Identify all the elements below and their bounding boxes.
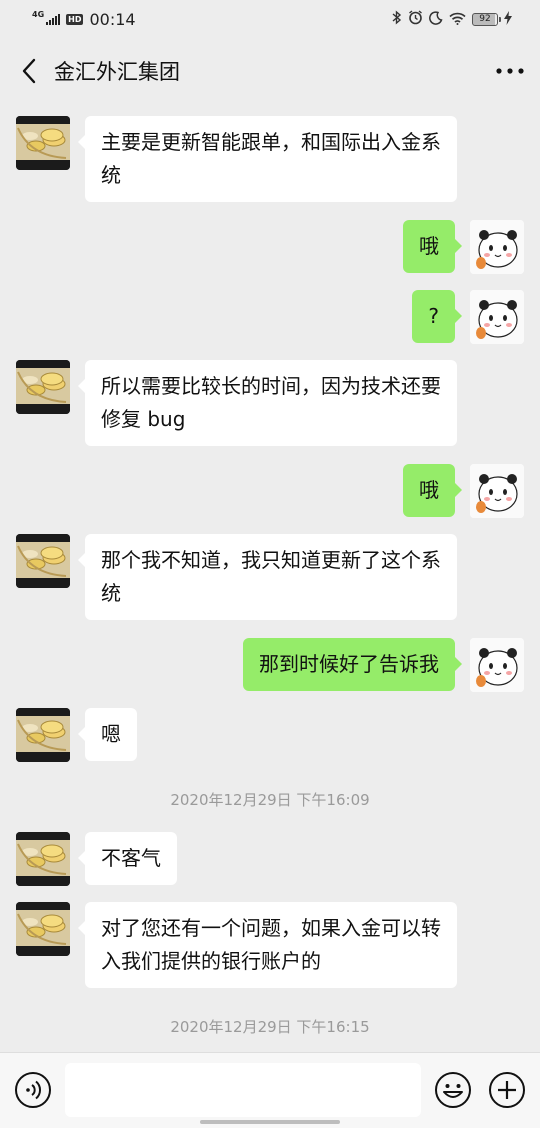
message-bubble[interactable]: 所以需要比较长的时间，因为技术还要修复 bug <box>78 360 457 446</box>
message-bubble[interactable]: 不客气 <box>78 832 177 885</box>
panda-avatar-image <box>470 220 524 274</box>
emoji-icon <box>435 1072 471 1108</box>
back-button[interactable] <box>16 51 42 91</box>
contact-avatar[interactable] <box>16 360 70 414</box>
panda-avatar-image <box>470 464 524 518</box>
user-avatar[interactable] <box>470 464 524 518</box>
message-bubble[interactable]: 那到时候好了告诉我 <box>243 638 462 691</box>
battery-icon: 92 <box>472 12 501 26</box>
status-time: 00:14 <box>89 9 136 29</box>
input-bar <box>0 1052 540 1128</box>
message-row-incoming: 主要是更新智能跟单，和国际出入金系统 <box>0 116 540 202</box>
moon-icon <box>429 10 443 29</box>
contact-avatar[interactable] <box>16 708 70 762</box>
message-bubble[interactable]: 那个我不知道，我只知道更新了这个系统 <box>78 534 457 620</box>
timestamp: 2020年12月29日 下午16:09 <box>170 791 370 809</box>
contact-avatar[interactable] <box>16 902 70 956</box>
network-type: 4G <box>32 9 45 19</box>
emoji-button[interactable] <box>434 1071 472 1109</box>
voice-button[interactable] <box>14 1071 52 1109</box>
message-bubble[interactable]: ? <box>412 290 462 343</box>
panda-avatar-image <box>470 638 524 692</box>
plus-button[interactable] <box>488 1071 526 1109</box>
status-right: 92 <box>392 9 512 29</box>
message-bubble[interactable]: 哦 <box>403 220 462 273</box>
home-indicator[interactable] <box>200 1120 340 1124</box>
battery-level: 92 <box>479 14 491 24</box>
alarm-icon <box>408 9 423 29</box>
message-row-outgoing: 哦 <box>0 464 540 518</box>
status-left: 4G HD 00:14 <box>32 10 136 29</box>
contact-avatar[interactable] <box>16 116 70 170</box>
user-avatar[interactable] <box>470 638 524 692</box>
bluetooth-icon <box>392 9 402 29</box>
message-row-incoming: 那个我不知道，我只知道更新了这个系统 <box>0 534 540 620</box>
message-row-incoming: 对了您还有一个问题，如果入金可以转入我们提供的银行账户的 <box>0 902 540 988</box>
message-bubble[interactable]: 哦 <box>403 464 462 517</box>
message-row-incoming: 不客气 <box>0 832 540 886</box>
message-list[interactable]: 主要是更新智能跟单，和国际出入金系统 哦 ? 所以需要比较长的时间，因为技术还要… <box>0 104 540 1052</box>
coins-avatar-image <box>16 360 70 414</box>
charging-icon <box>504 10 512 29</box>
chat-header: 金汇外汇集团 <box>0 38 540 104</box>
message-row-incoming: 所以需要比较长的时间，因为技术还要修复 bug <box>0 360 540 446</box>
timestamp: 2020年12月29日 下午16:15 <box>170 1018 370 1036</box>
coins-avatar-image <box>16 832 70 886</box>
message-row-outgoing: 哦 <box>0 220 540 274</box>
message-row-outgoing: ? <box>0 290 540 344</box>
wifi-icon <box>449 10 466 29</box>
contact-avatar[interactable] <box>16 832 70 886</box>
message-row-incoming: 嗯 <box>0 708 540 762</box>
coins-avatar-image <box>16 116 70 170</box>
more-button[interactable] <box>490 51 530 91</box>
message-bubble[interactable]: 嗯 <box>78 708 137 761</box>
status-bar: 4G HD 00:14 92 <box>0 0 540 38</box>
user-avatar[interactable] <box>470 220 524 274</box>
message-row-outgoing: 那到时候好了告诉我 <box>0 638 540 692</box>
more-dots-icon <box>496 68 524 74</box>
message-bubble[interactable]: 对了您还有一个问题，如果入金可以转入我们提供的银行账户的 <box>78 902 457 988</box>
plus-icon <box>489 1072 525 1108</box>
coins-avatar-image <box>16 708 70 762</box>
voice-icon <box>15 1072 51 1108</box>
coins-avatar-image <box>16 902 70 956</box>
chevron-left-icon <box>22 58 36 84</box>
user-avatar[interactable] <box>470 290 524 344</box>
signal-icon <box>46 13 61 25</box>
message-input[interactable] <box>65 1063 421 1117</box>
contact-avatar[interactable] <box>16 534 70 588</box>
panda-avatar-image <box>470 290 524 344</box>
message-bubble[interactable]: 主要是更新智能跟单，和国际出入金系统 <box>78 116 457 202</box>
hd-badge: HD <box>66 13 84 25</box>
coins-avatar-image <box>16 534 70 588</box>
chat-title: 金汇外汇集团 <box>54 60 180 84</box>
